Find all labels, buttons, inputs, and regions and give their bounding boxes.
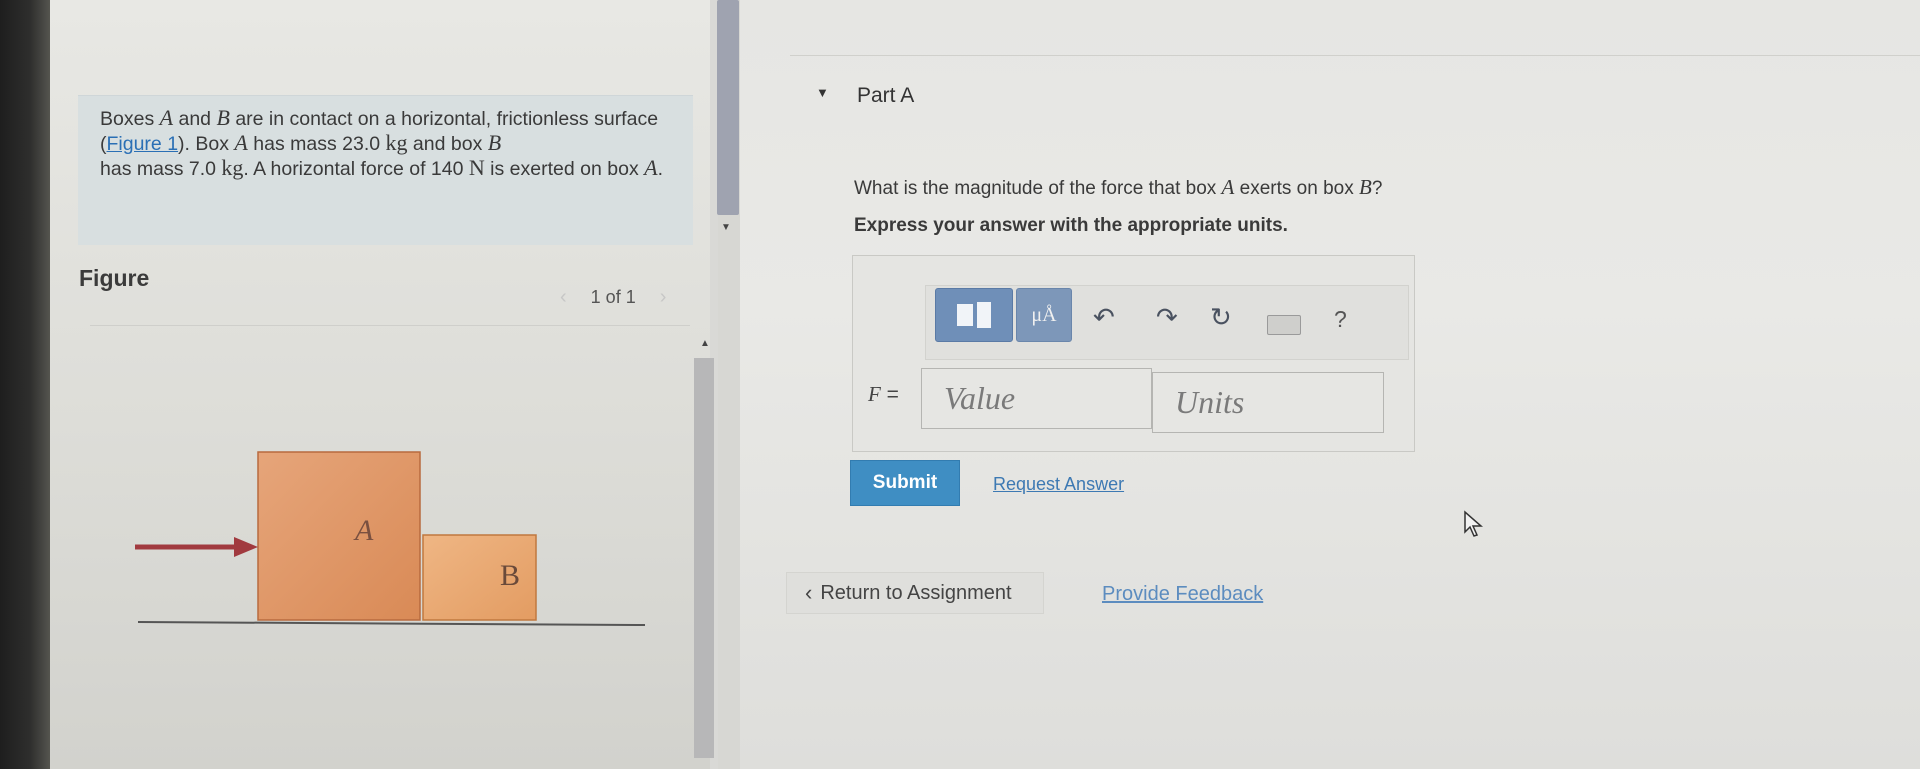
- template-block-icon: [957, 304, 973, 326]
- figure-title: Figure: [79, 265, 150, 291]
- figure-pager: ‹ 1 of 1 ›: [560, 286, 666, 309]
- box-a: [257, 451, 421, 621]
- submit-button[interactable]: Submit: [850, 460, 960, 506]
- help-button[interactable]: ?: [1334, 306, 1347, 333]
- provide-feedback-link[interactable]: Provide Feedback: [1102, 583, 1263, 606]
- box-b-label: B: [500, 559, 520, 592]
- question-text: What is the magnitude of the force that …: [854, 175, 1383, 199]
- keyboard-icon[interactable]: [1267, 315, 1301, 335]
- prev-figure-icon[interactable]: ‹: [560, 286, 567, 309]
- value-input[interactable]: [921, 368, 1152, 429]
- scroll-down-arrow-icon[interactable]: ▼: [721, 222, 731, 233]
- template-fraction-icon: [977, 302, 991, 328]
- units-input[interactable]: [1152, 372, 1384, 433]
- scroll-up-arrow-icon[interactable]: ▲: [700, 338, 710, 349]
- ground-line: [137, 621, 646, 626]
- next-figure-icon[interactable]: ›: [660, 286, 667, 309]
- reset-icon[interactable]: ↻: [1210, 302, 1232, 333]
- figure-page-count: 1 of 1: [590, 287, 636, 307]
- figure-scrollbar-thumb[interactable]: [694, 358, 714, 758]
- chevron-left-icon: ‹: [805, 580, 813, 605]
- force-arrow-head: [234, 537, 258, 557]
- redo-icon[interactable]: ↷: [1156, 302, 1178, 333]
- problem-scrollbar-thumb[interactable]: [717, 0, 739, 215]
- instruction-text: Express your answer with the appropriate…: [854, 215, 1288, 236]
- problem-statement: Boxes A and B are in contact on a horizo…: [78, 95, 693, 245]
- figure-divider: [90, 325, 690, 326]
- return-label: Return to Assignment: [820, 581, 1012, 604]
- box-a-label: A: [353, 514, 374, 547]
- collapse-part-icon[interactable]: ▼: [816, 85, 829, 100]
- units-button[interactable]: μÅ: [1016, 288, 1072, 342]
- answer-pane-divider: [790, 55, 1920, 56]
- templates-button[interactable]: [935, 288, 1013, 342]
- boxes-figure: A B: [135, 451, 646, 626]
- screen-edge: [0, 0, 50, 769]
- figure-link[interactable]: Figure 1: [107, 133, 179, 155]
- answer-label: F =: [868, 382, 899, 406]
- undo-icon[interactable]: ↶: [1093, 302, 1115, 333]
- part-title: Part A: [857, 84, 915, 107]
- return-to-assignment-button[interactable]: ‹ Return to Assignment: [786, 572, 1044, 614]
- request-answer-link[interactable]: Request Answer: [993, 474, 1124, 495]
- mouse-cursor-icon: [1464, 510, 1483, 537]
